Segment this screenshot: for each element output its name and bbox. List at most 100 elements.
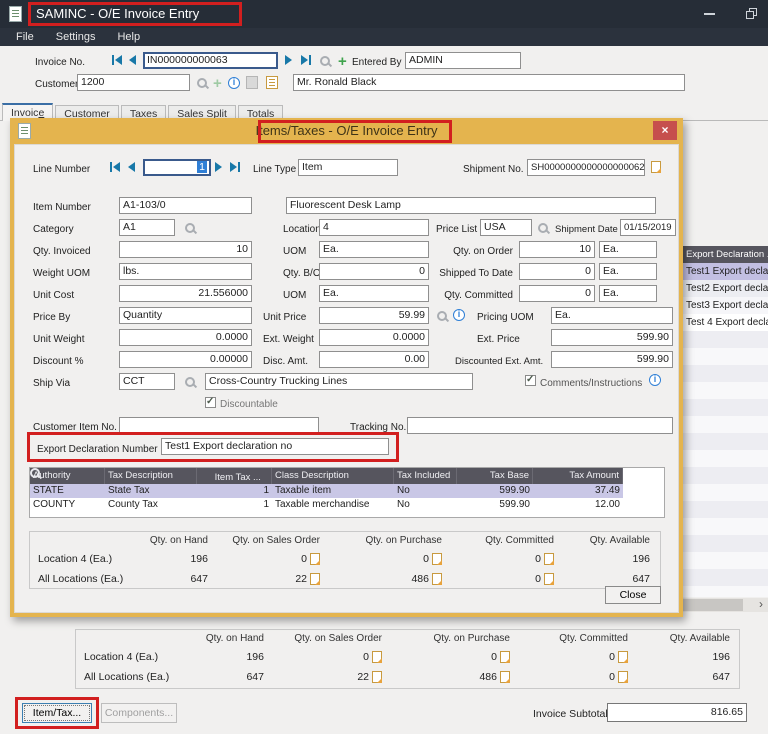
category-finder-icon[interactable]	[185, 223, 197, 235]
export-declaration-column-header[interactable]: Export Declaration ...	[683, 246, 768, 263]
ship-via-input[interactable]: CCT	[119, 373, 175, 390]
drilldown-note-icon[interactable]	[500, 671, 510, 683]
drilldown-note-icon[interactable]	[544, 573, 554, 585]
export-decl-input[interactable]: Test1 Export declaration no	[161, 438, 389, 455]
menu-help[interactable]: Help	[111, 28, 146, 46]
qty-invoiced-input[interactable]: 10	[119, 241, 252, 258]
next-line-icon[interactable]	[215, 162, 222, 172]
first-record-icon[interactable]	[112, 55, 114, 65]
customer-inquiry-icon[interactable]: i	[228, 77, 240, 89]
tax-cell: 1	[197, 498, 272, 512]
drilldown-note-icon[interactable]	[310, 573, 320, 585]
invoice-finder-icon[interactable]	[320, 56, 332, 68]
tax-column-header[interactable]: Item Tax ...	[197, 468, 272, 484]
next-record-icon[interactable]	[285, 55, 292, 65]
horizontal-scrollbar[interactable]: ›	[683, 598, 768, 612]
drilldown-note-icon[interactable]	[544, 553, 554, 565]
close-button[interactable]: Close	[605, 586, 661, 604]
export-decl-label: Export Declaration Number	[37, 444, 158, 455]
price-list-finder-icon[interactable]	[538, 223, 550, 235]
weight-uom-field[interactable]: lbs.	[119, 263, 252, 280]
new-customer-icon[interactable]: +	[213, 76, 222, 91]
item-number-input[interactable]: A1-103/0	[119, 197, 252, 214]
qty-value: 0	[512, 651, 630, 663]
tax-column-header[interactable]: Tax Included	[394, 468, 457, 484]
drilldown-note-icon[interactable]	[310, 553, 320, 565]
finder-icon[interactable]	[200, 468, 212, 480]
shipment-note-icon[interactable]	[651, 161, 661, 173]
location-field[interactable]: 4	[319, 219, 429, 236]
qty-value: 647	[188, 671, 266, 683]
drilldown-note-icon[interactable]	[372, 671, 382, 683]
comments-checkbox[interactable]	[525, 375, 536, 386]
unit-price-input[interactable]: 59.99	[319, 307, 429, 324]
qty-value: 0	[512, 671, 630, 683]
first-line-icon[interactable]	[113, 162, 120, 172]
export-declaration-row[interactable]: Test2 Export declara...	[683, 280, 768, 297]
menu-settings[interactable]: Settings	[50, 28, 102, 46]
drilldown-note-icon[interactable]	[432, 573, 442, 585]
last-record-icon[interactable]	[309, 55, 311, 65]
comments-inquiry-icon[interactable]: i	[649, 374, 661, 386]
discounted-ext-field: 599.90	[551, 351, 673, 368]
qty-number: 196	[632, 553, 650, 565]
shipment-date-field[interactable]: 01/15/2019	[620, 219, 676, 236]
scrollbar-thumb[interactable]	[683, 599, 743, 611]
previous-record-icon[interactable]	[129, 55, 136, 65]
scroll-right-arrow-icon[interactable]: ›	[754, 598, 768, 612]
drilldown-note-icon[interactable]	[618, 671, 628, 683]
customer-detail-icon[interactable]	[266, 76, 278, 89]
invoice-no-input[interactable]: IN000000000063	[143, 52, 278, 69]
discount-input[interactable]: 0.00000	[119, 351, 252, 368]
drilldown-note-icon[interactable]	[432, 553, 442, 565]
unit-price-finder-icon[interactable]	[437, 311, 449, 323]
tax-row[interactable]: COUNTYCounty Tax1Taxable merchandiseNo59…	[30, 498, 664, 512]
first-record-icon[interactable]	[115, 55, 122, 65]
price-by-field[interactable]: Quantity	[119, 307, 252, 324]
dialog-close-icon[interactable]: ×	[653, 121, 677, 140]
tax-cell: Taxable merchandise	[272, 498, 394, 512]
customer-no-input[interactable]: 1200	[77, 74, 190, 91]
minimize-icon[interactable]	[704, 13, 715, 15]
last-line-icon[interactable]	[230, 162, 237, 172]
previous-line-icon[interactable]	[128, 162, 135, 172]
qty-number: 647	[246, 671, 264, 683]
discountable-checkbox[interactable]	[205, 397, 216, 408]
tax-cell: No	[394, 484, 457, 498]
ship-via-finder-icon[interactable]	[185, 377, 197, 389]
tracking-input[interactable]	[407, 417, 673, 434]
drilldown-note-icon[interactable]	[618, 651, 628, 663]
menu-file[interactable]: File	[10, 28, 40, 46]
export-declaration-row[interactable]: Test 4 Export declar...	[683, 314, 768, 331]
drilldown-note-icon[interactable]	[372, 651, 382, 663]
category-input[interactable]: A1	[119, 219, 175, 236]
last-line-icon[interactable]	[238, 162, 240, 172]
customer-item-input[interactable]	[119, 417, 319, 434]
drilldown-note-icon[interactable]	[500, 651, 510, 663]
item-tax-button[interactable]: Item/Tax...	[22, 703, 92, 723]
export-declaration-row[interactable]: Test3 Export declara...	[683, 297, 768, 314]
pricing-uom-label: Pricing UOM	[477, 312, 534, 323]
tax-column-header[interactable]: Tax Description	[105, 468, 197, 484]
qty-summary-header-row: Qty. on HandQty. on Sales OrderQty. on P…	[76, 630, 739, 647]
new-invoice-icon[interactable]: +	[338, 54, 347, 69]
shipment-no-label: Shipment No.	[463, 164, 524, 175]
line-number-input[interactable]: 1	[143, 159, 211, 176]
tax-column-header[interactable]: Class Description	[272, 468, 394, 484]
unit-price-inquiry-icon[interactable]: i	[453, 309, 465, 321]
last-record-icon[interactable]	[301, 55, 308, 65]
customer-finder-icon[interactable]	[197, 78, 209, 90]
unit-cost-input[interactable]: 21.556000	[119, 285, 252, 302]
tax-column-header[interactable]: Tax Base	[457, 468, 533, 484]
unit-weight-input[interactable]: 0.0000	[119, 329, 252, 346]
tax-row[interactable]: STATEState Tax1Taxable itemNo599.9037.49	[30, 484, 664, 498]
restore-icon[interactable]	[746, 8, 757, 19]
qty-value: 647	[630, 671, 732, 683]
components-button: Components...	[101, 703, 177, 723]
price-list-input[interactable]: USA	[480, 219, 532, 236]
export-declaration-row[interactable]: Test1 Export declara...	[683, 263, 768, 280]
first-line-icon[interactable]	[110, 162, 112, 172]
customer-optional-fields-icon[interactable]	[246, 76, 258, 89]
qty-committed-label: Qty. Committed	[419, 290, 513, 301]
tax-column-header[interactable]: Tax Amount	[533, 468, 623, 484]
